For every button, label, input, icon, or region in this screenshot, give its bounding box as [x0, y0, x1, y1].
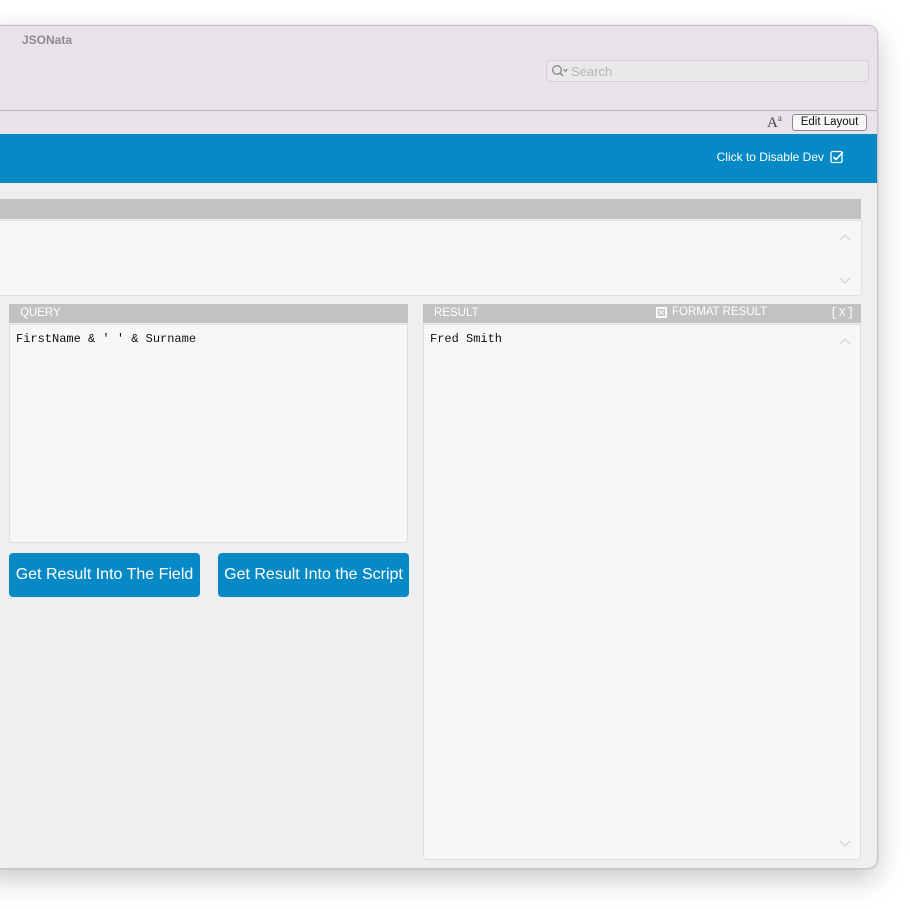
layout-toolbar: Aa Edit Layout	[0, 111, 877, 135]
window-title: JSONata	[22, 33, 73, 47]
font-size-icon[interactable]: Aa	[767, 113, 782, 132]
input-panel-header	[0, 199, 861, 219]
checkbox-checked-icon[interactable]	[830, 150, 844, 164]
result-text: Fred Smith	[430, 332, 503, 346]
query-header-label: QUERY	[20, 307, 61, 319]
result-panel[interactable]: Fred Smith	[423, 324, 861, 860]
chevron-down-icon[interactable]	[839, 840, 851, 848]
disable-dev-toggle[interactable]: Click to Disable Dev	[717, 150, 844, 164]
search-field[interactable]	[546, 60, 869, 82]
chevron-up-icon[interactable]	[839, 337, 851, 345]
format-result-label: FORMAT RESULT	[672, 306, 768, 318]
chevron-down-icon[interactable]	[839, 277, 851, 285]
disable-dev-label: Click to Disable Dev	[716, 150, 824, 164]
search-input[interactable]	[571, 62, 861, 80]
dev-mode-bar: Click to Disable Dev	[0, 134, 877, 183]
checkbox-x-icon[interactable]	[656, 306, 667, 318]
close-result-button[interactable]: [X]	[830, 306, 855, 320]
search-icon	[552, 65, 568, 77]
input-panel[interactable]	[0, 220, 862, 296]
app-window: JSONata Aa Edit Layout Click to Disable …	[0, 25, 878, 869]
query-text[interactable]: FirstName & ' ' & Surname	[16, 332, 196, 346]
query-panel-header: QUERY	[9, 304, 408, 323]
format-result-toggle[interactable]: FORMAT RESULT	[656, 306, 767, 318]
get-result-into-field-button[interactable]: Get Result Into The Field	[9, 553, 200, 597]
query-editor[interactable]: FirstName & ' ' & Surname	[9, 324, 408, 543]
result-panel-header: RESULT FORMAT RESULT [X]	[423, 304, 861, 323]
title-bar: JSONata	[0, 26, 877, 111]
result-header-label: RESULT	[434, 307, 479, 319]
edit-layout-button[interactable]: Edit Layout	[792, 114, 867, 131]
get-result-into-script-button[interactable]: Get Result Into the Script	[218, 553, 409, 597]
chevron-up-icon[interactable]	[839, 233, 851, 241]
